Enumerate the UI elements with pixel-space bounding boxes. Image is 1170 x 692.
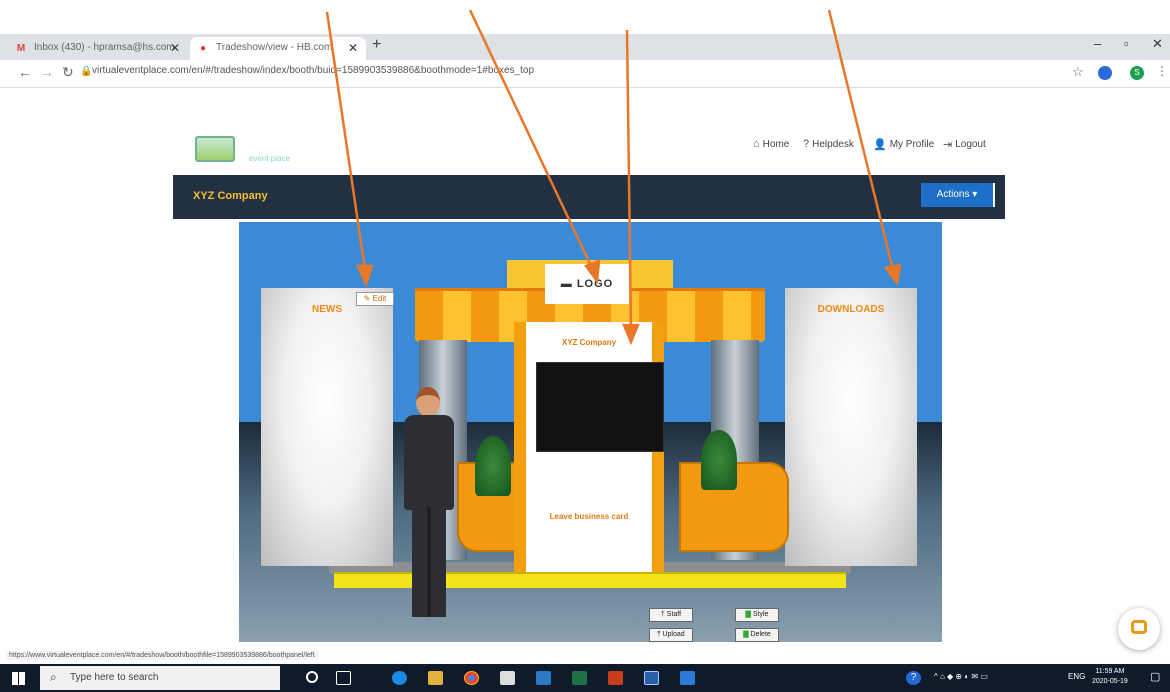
gmail-icon: M — [16, 43, 26, 54]
brand-logo[interactable] — [195, 136, 235, 162]
task-view-icon[interactable] — [336, 671, 351, 685]
extension-icon[interactable] — [1098, 66, 1112, 80]
delete-button[interactable]: ▇ Delete — [735, 628, 779, 642]
edge-icon[interactable] — [392, 671, 407, 685]
windows-start-icon[interactable] — [12, 672, 25, 685]
help-circle-icon[interactable]: ? — [906, 671, 921, 685]
notification-icon[interactable]: ▢ — [1150, 670, 1160, 683]
delete-icon: ▇ — [743, 631, 749, 638]
lock-icon: 🔒 — [80, 66, 93, 77]
booth-staff-avatar[interactable] — [399, 387, 459, 627]
nav-home-label: Home — [762, 138, 790, 150]
edit-label: Edit — [372, 294, 387, 303]
new-tab-button[interactable]: + — [372, 36, 381, 54]
nav-logout[interactable]: ⇥ Logout — [943, 138, 986, 151]
help-icon: ? — [803, 138, 810, 150]
logo-mark-icon: ▬ — [560, 278, 573, 290]
url-field[interactable]: virtualeventplace.com/en/#/tradeshow/ind… — [92, 65, 972, 76]
tab-tradeshow[interactable]: ● Tradeshow/view - HB.com ✕ — [190, 37, 366, 60]
user-icon: 👤 — [873, 139, 887, 151]
home-icon: ⌂ — [753, 138, 760, 150]
word-icon[interactable] — [536, 671, 551, 685]
chat-button[interactable] — [1118, 608, 1160, 650]
plant-right — [701, 430, 737, 490]
clock-date: 2020-05-19 — [1092, 678, 1128, 685]
search-placeholder: Type here to search — [70, 672, 159, 683]
style-button[interactable]: ▇ Style — [735, 608, 779, 622]
close-tab-icon[interactable]: ✕ — [348, 41, 358, 55]
bookmark-star-icon[interactable]: ☆ — [1072, 64, 1084, 80]
maximize-icon[interactable]: ▫ — [1124, 36, 1129, 51]
minimize-icon[interactable]: – — [1094, 36, 1101, 51]
powerpoint-icon[interactable] — [608, 671, 623, 685]
system-tray-icons[interactable]: ^ ⌂ ◆ ⊕ ◐ ✉ ▭ — [934, 672, 988, 681]
avatar-legs — [412, 507, 446, 617]
file-explorer-icon[interactable] — [428, 671, 443, 685]
search-icon: ⌕ — [50, 670, 57, 684]
taskbar-search-input[interactable]: ⌕ Type here to search — [40, 666, 280, 690]
style-icon: ▇ — [745, 611, 751, 618]
avatar-head — [416, 387, 440, 417]
menu-dots-icon[interactable]: ⋮ — [1156, 64, 1168, 78]
screenshot-root: { "browser": { "tabs": [ {"label": "Inbo… — [0, 0, 1170, 692]
tradeshow-site: event place ⌂ Home ? Helpdesk 👤 My Profile … — [173, 124, 1005, 644]
brand-text: event place — [249, 154, 290, 163]
nav-helpdesk-label: Helpdesk — [812, 138, 854, 150]
news-panel[interactable]: NEWS — [261, 288, 393, 566]
tab-inbox[interactable]: M Inbox (430) - hpramsa@hs.com ✕ — [8, 37, 188, 60]
style-label: Style — [752, 611, 769, 618]
logout-icon: ⇥ — [943, 139, 953, 151]
forward-icon[interactable]: → — [40, 64, 54, 80]
status-bar-url: https://www.virtualeventplace.com/en/#/t… — [6, 651, 318, 660]
store-icon[interactable] — [500, 671, 515, 685]
downloads-panel[interactable]: DOWNLOADS — [785, 288, 917, 566]
booth-logo[interactable]: ▬ LOGO — [545, 264, 629, 304]
nav-home[interactable]: ⌂ Home — [753, 138, 789, 150]
excel-icon[interactable] — [572, 671, 587, 685]
staff-label: Staff — [666, 611, 682, 618]
company-bar: XYZ Company Actions ▾ — [173, 175, 1005, 219]
nav-profile-label: My Profile — [889, 139, 935, 150]
logo-text: LOGO — [576, 278, 614, 290]
chrome-icon[interactable] — [464, 671, 479, 685]
company-name: XYZ Company — [193, 190, 268, 202]
nav-profile[interactable]: 👤 My Profile — [873, 138, 934, 151]
video-screen[interactable] — [536, 362, 664, 452]
mail-icon[interactable] — [680, 671, 695, 685]
chat-bubble-icon — [1131, 620, 1147, 634]
language-indicator[interactable]: ENG — [1068, 672, 1085, 681]
clock-time: 11:59 AM — [1095, 668, 1125, 675]
back-icon[interactable]: ← — [18, 64, 32, 80]
tab-tradeshow-label: Tradeshow/view - HB.com — [216, 42, 333, 53]
booth-scene: NEWS ✎ Edit DOWNLOADS ▬ LOGO XYZ Company… — [239, 222, 942, 642]
profile-avatar[interactable]: S — [1130, 66, 1144, 80]
avatar-body — [404, 415, 454, 510]
upload-button[interactable]: ⤒ Upload — [649, 628, 693, 642]
site-favicon-icon: ● — [199, 43, 207, 54]
center-panel: XYZ Company Leave business card — [514, 322, 664, 572]
upload-icon: ⤒ — [657, 631, 661, 638]
nav-logout-label: Logout — [955, 139, 986, 150]
center-company-title: XYZ Company — [561, 338, 617, 347]
close-window-icon[interactable]: ✕ — [1152, 36, 1163, 52]
edit-news-button[interactable]: ✎ Edit — [356, 292, 394, 306]
browser-tab-bar: M Inbox (430) - hpramsa@hs.com ✕ ● Trade… — [0, 34, 1170, 60]
taskbar-clock[interactable]: 11:59 AM 2020-05-19 — [1092, 667, 1128, 687]
pencil-icon: ✎ — [363, 294, 371, 303]
downloads-title: DOWNLOADS — [817, 304, 885, 315]
leave-card-button[interactable]: Leave business card — [526, 512, 652, 521]
upload-label: Upload — [662, 631, 685, 638]
nav-helpdesk[interactable]: ? Helpdesk — [803, 138, 854, 150]
close-tab-icon[interactable]: ✕ — [170, 41, 180, 55]
staff-icon: † — [660, 611, 665, 618]
delete-label: Delete — [750, 631, 771, 638]
windows-taskbar: ⌕ Type here to search ? ^ ⌂ ◆ ⊕ ◐ ✉ ▭ ENG… — [0, 664, 1170, 692]
plant-left — [475, 436, 511, 496]
tab-inbox-label: Inbox (430) - hpramsa@hs.com — [34, 42, 175, 53]
app-icon[interactable] — [644, 671, 659, 685]
staff-button[interactable]: † Staff — [649, 608, 693, 622]
actions-dropdown[interactable]: Actions ▾ — [921, 183, 995, 207]
reload-icon[interactable]: ↻ — [62, 64, 74, 81]
cortana-icon[interactable] — [306, 671, 318, 683]
